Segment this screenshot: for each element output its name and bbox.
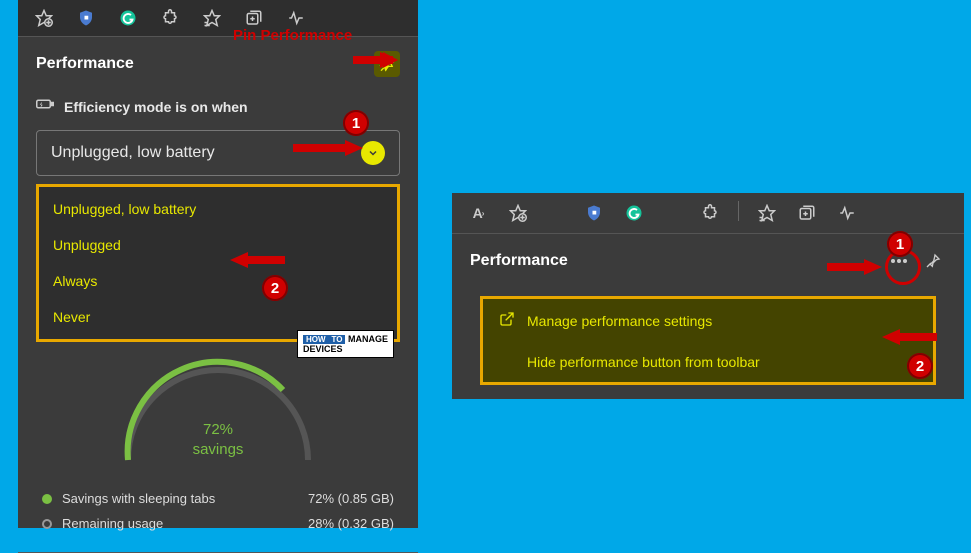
chevron-down-icon[interactable] bbox=[361, 141, 385, 165]
efficiency-dropdown[interactable]: Unplugged, low battery bbox=[36, 130, 400, 176]
manage-settings-item[interactable]: Manage performance settings bbox=[483, 299, 933, 342]
performance-panel-left: Pin Performance Performance Efficiency m… bbox=[18, 0, 418, 528]
extensions-icon[interactable] bbox=[698, 201, 722, 225]
browser-toolbar-right: A› bbox=[452, 193, 964, 234]
external-link-icon bbox=[499, 311, 515, 330]
dropdown-option[interactable]: Always bbox=[39, 263, 397, 299]
shield-icon[interactable] bbox=[74, 6, 98, 30]
stat-label: Savings with sleeping tabs bbox=[62, 491, 308, 506]
panel-header-right: Performance bbox=[452, 234, 964, 288]
grammarly-icon[interactable] bbox=[116, 6, 140, 30]
stats-section: Savings with sleeping tabs 72% (0.85 GB)… bbox=[18, 480, 418, 550]
stat-value: 72% (0.85 GB) bbox=[308, 491, 394, 506]
favorites-star-icon[interactable] bbox=[755, 201, 779, 225]
stat-value: 28% (0.32 GB) bbox=[308, 516, 394, 531]
read-aloud-icon[interactable]: A› bbox=[466, 201, 490, 225]
favorites-star-icon[interactable] bbox=[200, 6, 224, 30]
page-title: Performance bbox=[36, 55, 134, 73]
menu-item-label: Hide performance button from toolbar bbox=[527, 354, 760, 370]
pin-icon[interactable] bbox=[920, 248, 946, 274]
stat-dot-filled bbox=[42, 494, 52, 504]
pin-icon[interactable] bbox=[374, 51, 400, 77]
context-menu: Manage performance settings Hide perform… bbox=[480, 296, 936, 385]
performance-icon[interactable] bbox=[835, 201, 859, 225]
dropdown-option[interactable]: Unplugged, low battery bbox=[39, 191, 397, 227]
grammarly-icon[interactable] bbox=[622, 201, 646, 225]
savings-gauge: 72%savings bbox=[18, 350, 418, 480]
hide-button-item[interactable]: Hide performance button from toolbar bbox=[483, 342, 933, 382]
battery-icon bbox=[36, 97, 54, 116]
stat-dot-empty bbox=[42, 519, 52, 529]
efficiency-label: Efficiency mode is on when bbox=[64, 99, 248, 115]
gauge-value: 72%savings bbox=[193, 420, 244, 459]
page-title: Performance bbox=[470, 252, 568, 270]
performance-panel-right: A› Performance 1 Manage performance sett… bbox=[452, 193, 964, 399]
shield-icon[interactable] bbox=[582, 201, 606, 225]
stat-label: Remaining usage bbox=[62, 516, 308, 531]
extensions-icon[interactable] bbox=[158, 6, 182, 30]
more-options-icon[interactable] bbox=[886, 248, 912, 274]
menu-item-label: Manage performance settings bbox=[527, 313, 712, 329]
collections-icon[interactable] bbox=[795, 201, 819, 225]
dropdown-selected-value: Unplugged, low battery bbox=[51, 144, 215, 162]
panel-header: Performance bbox=[18, 37, 418, 91]
dropdown-options: Unplugged, low battery Unplugged Always … bbox=[36, 184, 400, 342]
stat-row: Remaining usage 28% (0.32 GB) bbox=[42, 511, 394, 536]
efficiency-section: Efficiency mode is on when bbox=[18, 91, 418, 122]
browser-toolbar bbox=[18, 0, 418, 37]
stat-row: Savings with sleeping tabs 72% (0.85 GB) bbox=[42, 486, 394, 511]
favorites-icon[interactable] bbox=[32, 6, 56, 30]
dropdown-option[interactable]: Unplugged bbox=[39, 227, 397, 263]
favorites-icon[interactable] bbox=[506, 201, 530, 225]
